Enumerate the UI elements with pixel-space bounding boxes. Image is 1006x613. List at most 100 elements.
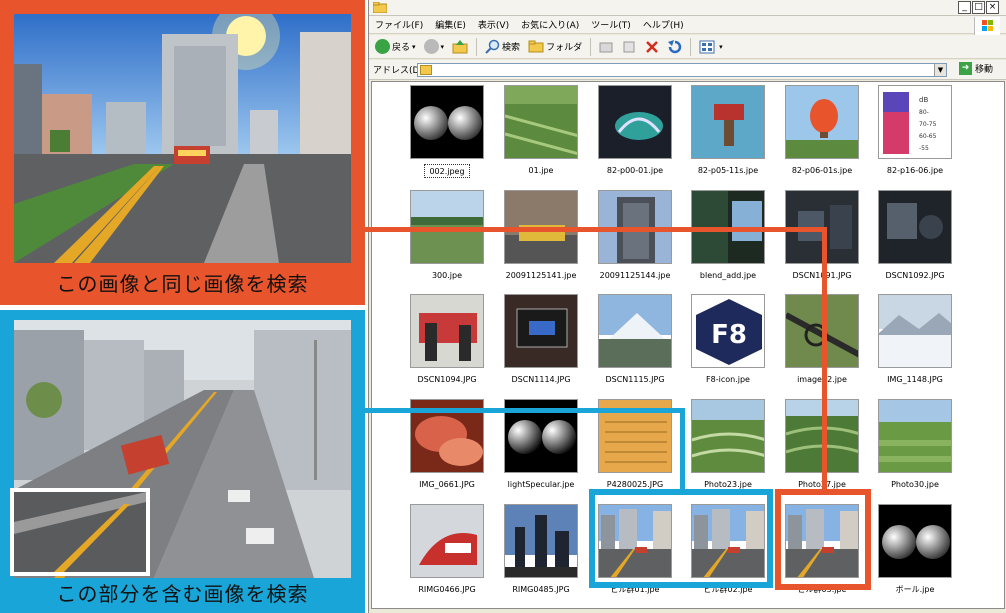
windows-logo [974,17,1000,35]
menu-file[interactable]: ファイル(F) [375,18,423,31]
file-tile[interactable]: IMG_1148.JPG [870,292,960,390]
file-name-label: RIMG0485.JPG [512,585,570,594]
folder-icon [420,65,432,75]
svg-text:-55: -55 [919,145,929,152]
file-thumbnail[interactable] [410,504,484,578]
address-dropdown-icon[interactable]: ▼ [934,64,946,76]
file-tile[interactable]: 20091125141.jpe [496,188,586,286]
svg-text:80-: 80- [919,109,929,116]
file-tile[interactable]: DSCN1092.JPG [870,188,960,286]
file-thumbnail[interactable] [504,85,578,159]
file-name-label: F8-icon.jpe [706,375,750,384]
svg-text:dB: dB [919,96,928,104]
go-arrow-icon: ➜ [959,62,972,75]
file-thumbnail[interactable]: F8 [691,294,765,368]
file-thumbnail[interactable]: dB 80- 70-75 60-65 -55 [878,85,952,159]
menu-edit[interactable]: 編集(E) [435,18,466,31]
full-image-search-caption: この画像と同じ画像を検索 [56,272,309,296]
file-name-label: Photo30.jpe [891,480,939,489]
up-folder-icon [452,39,468,53]
file-name-label: 82-p16-06.jpe [886,166,944,175]
file-thumbnail[interactable] [691,399,765,473]
back-button[interactable]: 戻る ▾ [373,37,418,57]
file-thumbnail[interactable] [504,504,578,578]
windows-flag-icon [982,20,993,31]
file-tile[interactable]: 82-p05-11s.jpe [683,83,773,181]
views-button[interactable]: ▾ [697,37,725,57]
file-thumbnail[interactable] [410,85,484,159]
file-tile[interactable]: DSCN1115.JPG [590,292,680,390]
forward-arrow-icon [423,39,439,54]
window-controls: _ □ × [958,1,999,14]
address-input[interactable]: ▼ [417,63,947,77]
menu-tools[interactable]: ツール(T) [591,18,631,31]
svg-text:70-75: 70-75 [919,121,937,128]
menu-help[interactable]: ヘルプ(H) [643,18,684,31]
file-tile[interactable]: RIMG0485.JPG [496,502,586,600]
city-scene-illustration [14,14,351,263]
folder-icon [373,2,387,13]
file-tile[interactable]: 300.jpe [402,188,492,286]
file-name-label: DSCN1114.JPG [511,375,571,384]
file-tile[interactable]: F8 F8-icon.jpe [683,292,773,390]
crop-region-illustration [14,492,146,572]
file-tile[interactable]: RIMG0466.JPG [402,502,492,600]
dropdown-icon: ▾ [440,42,445,51]
file-name-label: 20091125141.jpe [505,271,577,280]
file-tile[interactable]: 82-p06-01s.jpe [777,83,867,181]
file-tile[interactable]: 82-p00-01.jpe [590,83,680,181]
file-name-label: 82-p00-01.jpe [606,166,664,175]
file-name-label: IMG_0661.JPG [419,480,475,489]
move-to-button[interactable] [597,37,616,57]
file-thumbnail[interactable] [691,85,765,159]
file-thumbnail[interactable] [598,85,672,159]
partial-connector-vertical [680,408,685,490]
file-tile[interactable]: Photo23.jpe [683,397,773,495]
file-tile[interactable]: ボール.jpe [870,502,960,600]
move-to-icon [599,42,613,52]
city-scene-photo [14,14,351,263]
copy-to-button[interactable] [620,37,639,57]
forward-button[interactable]: ▾ [422,37,447,57]
file-name-label: RIMG0466.JPG [418,585,476,594]
file-name-label: DSCN1094.JPG [417,375,477,384]
file-tile[interactable]: 20091125144.jpe [590,188,680,286]
file-thumbnail[interactable] [878,294,952,368]
minimize-button[interactable]: _ [958,1,971,14]
file-thumbnail[interactable] [878,504,952,578]
views-icon [699,40,715,53]
file-name-label: 82-p06-01s.jpe [791,166,853,175]
folders-button[interactable]: フォルダ [526,37,584,57]
file-tile[interactable]: DSCN1094.JPG [402,292,492,390]
file-thumbnail[interactable] [878,399,952,473]
file-tile[interactable]: 002.jpeg [402,83,492,181]
crop-selection-box [10,488,150,576]
file-tile[interactable]: Photo30.jpe [870,397,960,495]
svg-text:60-65: 60-65 [919,133,937,140]
file-thumbnail[interactable] [504,294,578,368]
search-button[interactable]: 検索 [483,37,522,57]
file-name-label: 82-p05-11s.jpe [697,166,759,175]
file-name-label: 300.jpe [431,271,463,280]
partial-match-highlight [589,489,773,588]
undo-button[interactable] [665,37,684,57]
go-button[interactable]: ➜ 移動 [959,62,993,75]
file-thumbnail[interactable] [410,294,484,368]
toolbar-separator [590,37,592,56]
menu-bar: ファイル(F) 編集(E) 表示(V) お気に入り(A) ツール(T) ヘルプ(… [369,16,1006,34]
delete-button[interactable] [643,37,661,57]
close-button[interactable]: × [986,1,999,14]
file-tile[interactable]: dB 80- 70-75 60-65 -55 82-p16-06.jpe [870,83,960,181]
menu-view[interactable]: 表示(V) [478,18,509,31]
file-thumbnail[interactable] [878,190,952,264]
file-name-label: 20091125144.jpe [599,271,671,280]
file-thumbnail[interactable] [598,294,672,368]
file-tile[interactable]: 01.jpe [496,83,586,181]
file-tile[interactable]: DSCN1114.JPG [496,292,586,390]
file-tile[interactable]: blend_add.jpe [683,188,773,286]
up-folder-button[interactable] [450,37,470,57]
menu-favorites[interactable]: お気に入り(A) [521,18,579,31]
maximize-button[interactable]: □ [972,1,985,14]
svg-text:F8: F8 [711,320,747,350]
file-thumbnail[interactable] [785,85,859,159]
